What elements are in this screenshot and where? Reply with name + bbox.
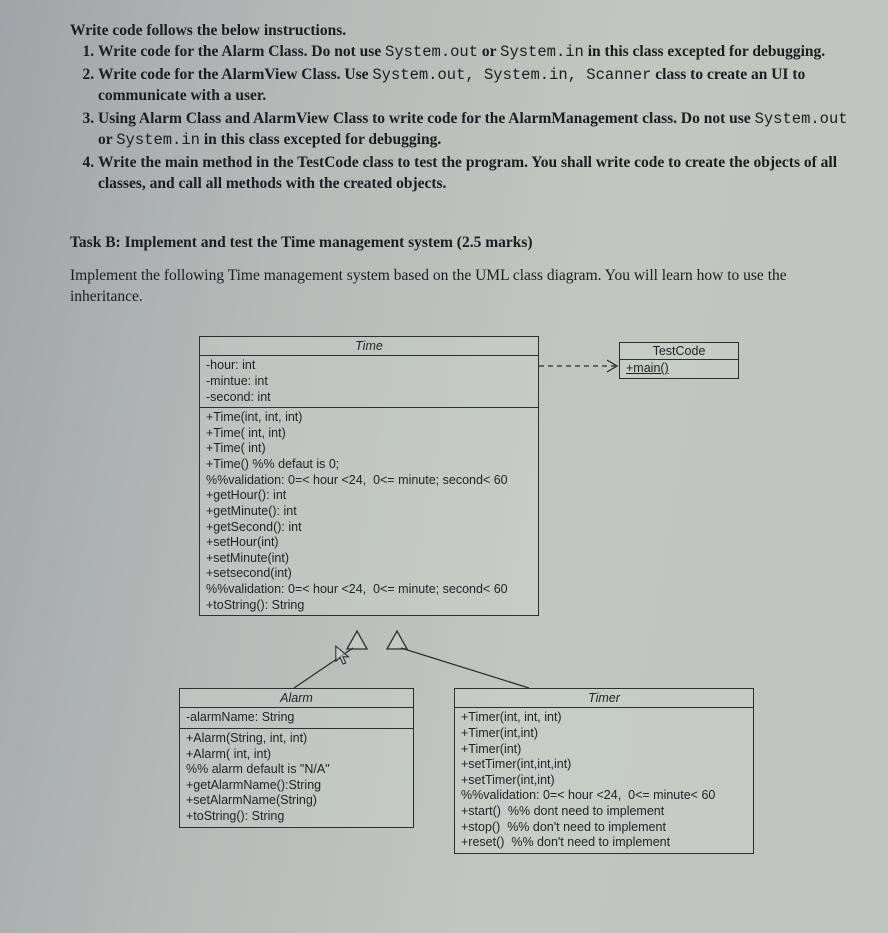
uml-op: +Time( int, int) [206, 426, 532, 442]
uml-op: +Timer(int,int) [461, 726, 747, 742]
uml-attributes: -alarmName: String [180, 708, 413, 729]
uml-op: +getAlarmName():String [186, 778, 407, 794]
uml-op: +setTimer(int,int,int) [461, 757, 747, 773]
task-b-heading: Task B: Implement and test the Time mana… [70, 234, 848, 252]
text: Write code for the Alarm Class. Do not u… [98, 43, 385, 60]
uml-op: %%validation: 0=< hour <24, 0<= minute; … [206, 582, 532, 598]
uml-op: +getMinute(): int [206, 504, 532, 520]
uml-op: +setAlarmName(String) [186, 793, 407, 809]
uml-class-testcode: TestCode +main() [619, 342, 739, 379]
uml-op: +getSecond(): int [206, 520, 532, 536]
task-b-description: Implement the following Time management … [70, 266, 848, 308]
text: or [478, 43, 500, 60]
text: in this class excepted for debugging. [200, 131, 441, 148]
uml-op: +reset() %% don't need to implement [461, 835, 747, 851]
text: in this class excepted for debugging. [584, 43, 825, 60]
text: or [98, 131, 116, 148]
uml-op: +Timer(int) [461, 742, 747, 758]
uml-title: Timer [455, 689, 753, 708]
uml-attributes: -hour: int -mintue: int -second: int [200, 356, 538, 408]
uml-operations: +Timer(int, int, int) +Timer(int,int) +T… [455, 708, 753, 853]
document-page: Write code follows the below instruction… [0, 0, 888, 896]
code: System.in [500, 43, 584, 61]
uml-op: +getHour(): int [206, 488, 532, 504]
uml-op: %%validation: 0=< hour <24, 0<= minute< … [461, 788, 747, 804]
instruction-item-2: Write code for the AlarmView Class. Use … [98, 65, 848, 107]
uml-op: +start() %% dont need to implement [461, 804, 747, 820]
uml-title: Alarm [180, 689, 413, 708]
uml-op: +setsecond(int) [206, 566, 532, 582]
code: System.out, System.in, Scanner [372, 66, 651, 84]
uml-op: +setMinute(int) [206, 551, 532, 567]
uml-op: +setHour(int) [206, 535, 532, 551]
uml-op: +setTimer(int,int) [461, 773, 747, 789]
uml-class-time: Time -hour: int -mintue: int -second: in… [199, 336, 539, 616]
instruction-item-1: Write code for the Alarm Class. Do not u… [98, 42, 848, 63]
code: System.out [385, 43, 478, 61]
mouse-cursor-icon [334, 644, 352, 666]
instruction-list: Write code for the Alarm Class. Do not u… [98, 42, 848, 194]
text: Write code for the AlarmView Class. Use [98, 66, 372, 83]
uml-op: +Time() %% defaut is 0; [206, 457, 532, 473]
uml-attr: -mintue: int [206, 374, 532, 390]
uml-title: Time [200, 337, 538, 356]
uml-op: +Alarm( int, int) [186, 747, 407, 763]
uml-attr: -second: int [206, 390, 532, 406]
uml-operations: +Time(int, int, int) +Time( int, int) +T… [200, 408, 538, 615]
uml-attr: -alarmName: String [186, 710, 407, 726]
intro-line: Write code follows the below instruction… [70, 22, 848, 40]
instruction-item-4: Write the main method in the TestCode cl… [98, 153, 848, 195]
uml-operations: +main() [620, 360, 738, 378]
uml-class-timer: Timer +Timer(int, int, int) +Timer(int,i… [454, 688, 754, 854]
code: System.in [116, 131, 200, 149]
uml-class-alarm: Alarm -alarmName: String +Alarm(String, … [179, 688, 414, 827]
text: Using Alarm Class and AlarmView Class to… [98, 110, 755, 127]
uml-diagram: Time -hour: int -mintue: int -second: in… [139, 336, 779, 876]
uml-operations: +Alarm(String, int, int) +Alarm( int, in… [180, 729, 413, 827]
uml-title: TestCode [620, 343, 738, 360]
code: System.out [755, 110, 848, 128]
uml-op: +Timer(int, int, int) [461, 710, 747, 726]
uml-op: +stop() %% don't need to implement [461, 820, 747, 836]
instruction-item-3: Using Alarm Class and AlarmView Class to… [98, 109, 848, 151]
uml-attr: -hour: int [206, 358, 532, 374]
uml-op: +Time( int) [206, 441, 532, 457]
uml-op: +Time(int, int, int) [206, 410, 532, 426]
uml-op: +toString(): String [206, 598, 532, 614]
uml-op: +toString(): String [186, 809, 407, 825]
uml-op: %%validation: 0=< hour <24, 0<= minute; … [206, 473, 532, 489]
uml-op: %% alarm default is "N/A" [186, 762, 407, 778]
uml-op: +main() [626, 361, 669, 375]
uml-op: +Alarm(String, int, int) [186, 731, 407, 747]
